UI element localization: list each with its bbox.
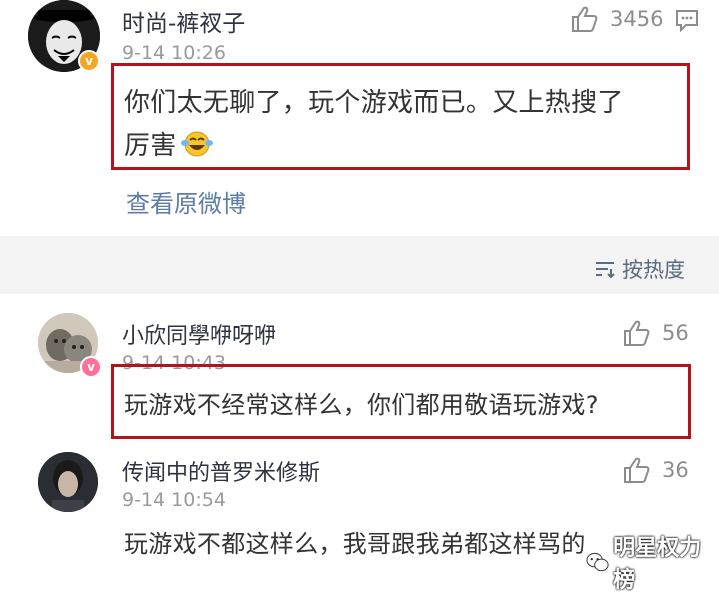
sort-label: 按热度 [622, 258, 685, 282]
like-button[interactable]: 36 [622, 455, 689, 485]
username[interactable]: 小欣同學咿呀咿 [122, 318, 276, 350]
comment-text-line1: 你们太无聊了，玩个游戏而已。又上热搜了 [124, 88, 624, 118]
watermark: 明星权力榜 [586, 530, 719, 594]
like-button[interactable]: 56 [622, 318, 689, 348]
thumbs-up-icon [624, 320, 650, 346]
comment-text: 玩游戏不经常这样么，你们都用敬语玩游戏? [124, 391, 599, 419]
laugh-cry-emoji-icon [180, 131, 213, 156]
sort-by-hot-button[interactable]: 按热度 [594, 254, 685, 284]
like-count: 56 [662, 321, 689, 345]
like-count: 3456 [610, 7, 664, 31]
vip-badge-icon: v [80, 356, 102, 378]
verified-badge-icon: v [78, 50, 100, 72]
timestamp: 9-14 10:26 [122, 42, 226, 64]
username[interactable]: 时尚-裤衩子 [122, 4, 245, 38]
avatar[interactable] [38, 452, 98, 512]
thumbs-up-icon [624, 457, 650, 483]
comment-text-line2-row: 厉害 [124, 125, 213, 162]
like-count: 36 [662, 458, 689, 482]
comment-icon [676, 10, 698, 33]
like-button[interactable]: 3456 [570, 4, 663, 34]
avatar-portrait-image [38, 452, 98, 512]
thumbs-up-icon [572, 6, 598, 32]
comment-text-line2: 厉害 [124, 131, 177, 161]
view-original-link[interactable]: 查看原微博 [126, 184, 246, 219]
sort-icon [596, 262, 615, 279]
timestamp: 9-14 10:54 [122, 489, 226, 511]
comment-button[interactable] [674, 8, 700, 36]
wechat-icon [586, 552, 609, 572]
watermark-text: 明星权力榜 [613, 536, 702, 593]
username[interactable]: 传闻中的普罗米修斯 [122, 455, 320, 487]
comment-text: 玩游戏不都这样么，我哥跟我弟都这样骂的 [124, 530, 586, 558]
